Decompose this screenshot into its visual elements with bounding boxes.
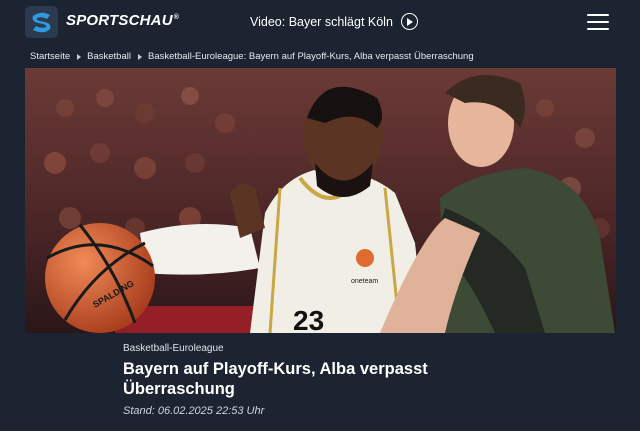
breadcrumb-current-page: Basketball-Euroleague: Bayern auf Playof… bbox=[147, 51, 474, 62]
jersey-badge-text: oneteam bbox=[351, 278, 378, 285]
jersey-number: 23 bbox=[293, 305, 324, 333]
breadcrumb-basketball-link[interactable]: Basketball bbox=[87, 51, 131, 62]
brand-wordmark[interactable]: SPORTSCHAU® bbox=[66, 12, 179, 29]
video-teaser-link[interactable]: Video: Bayer schlägt Köln bbox=[250, 13, 418, 30]
sportschau-logo-icon[interactable] bbox=[25, 6, 58, 38]
video-teaser-label: Video: Bayer schlägt Köln bbox=[250, 14, 393, 29]
article-kicker: Basketball-Euroleague bbox=[123, 343, 224, 354]
breadcrumb-chevron-icon bbox=[137, 53, 142, 60]
breadcrumb: Startseite Basketball Basketball-Eurolea… bbox=[30, 51, 474, 62]
article-dateline: Stand: 06.02.2025 22:53 Uhr bbox=[123, 405, 265, 417]
site-header: SPORTSCHAU® Video: Bayer schlägt Köln bbox=[0, 0, 640, 44]
hero-image: oneteam 23 SPALDING bbox=[25, 68, 616, 333]
hamburger-menu-icon[interactable] bbox=[587, 14, 609, 30]
breadcrumb-chevron-icon bbox=[77, 53, 82, 60]
basketball-ball: SPALDING bbox=[45, 223, 155, 333]
breadcrumb-home-link[interactable]: Startseite bbox=[30, 51, 70, 62]
play-circle-icon bbox=[400, 13, 418, 30]
article-headline[interactable]: Bayern auf Playoff-Kurs, Alba verpasst Ü… bbox=[123, 359, 543, 399]
registered-mark: ® bbox=[173, 14, 180, 21]
